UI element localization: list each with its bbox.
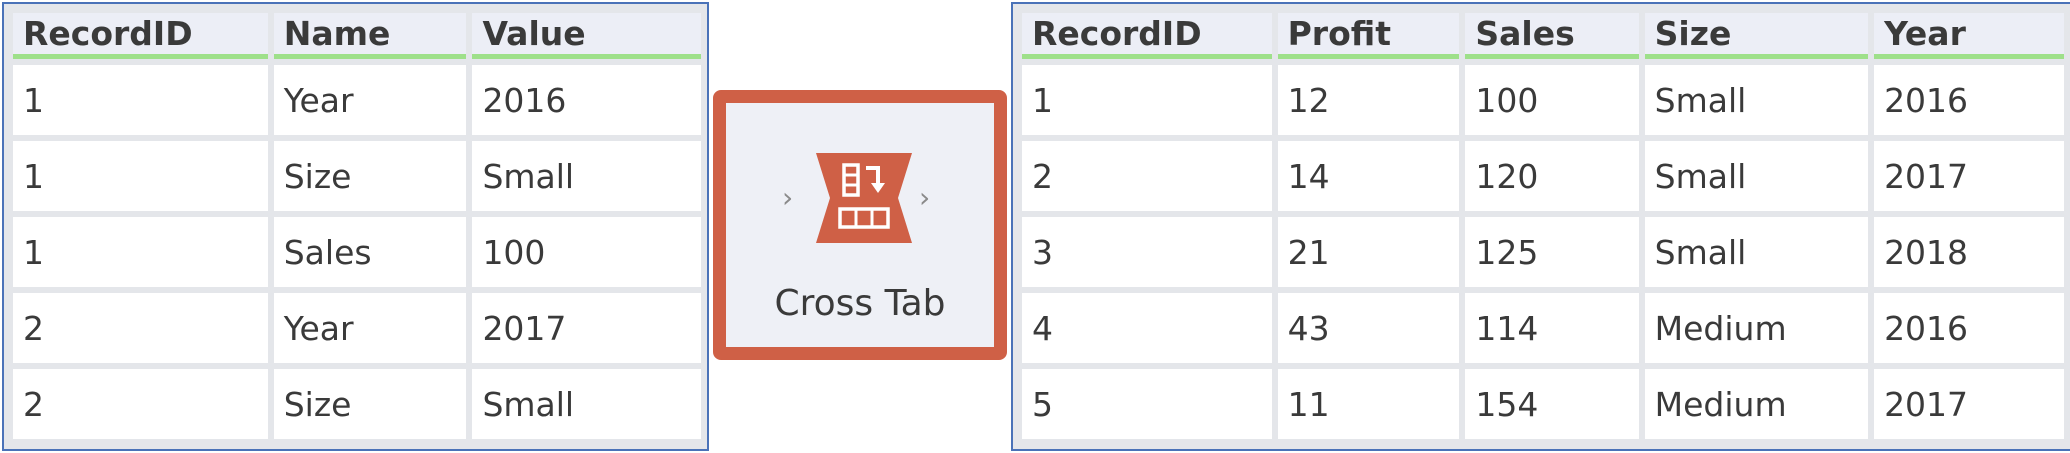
input-cell-recordid[interactable]: 1 — [13, 141, 268, 211]
table-row[interactable]: 1 Sales 100 — [13, 217, 701, 287]
output-column-header-size[interactable]: Size — [1644, 13, 1869, 59]
output-cell-size[interactable]: Small — [1644, 141, 1869, 211]
output-header-row: RecordID Profit Sales Size Year — [1022, 13, 2064, 59]
output-cell-size[interactable]: Medium — [1644, 293, 1869, 363]
input-cell-name[interactable]: Size — [273, 369, 467, 439]
output-cell-year[interactable]: 2016 — [1874, 65, 2064, 135]
input-table: RecordID Name Value 1 Year 2016 1 Size S… — [7, 7, 707, 445]
input-cell-recordid[interactable]: 1 — [13, 65, 268, 135]
table-row[interactable]: 2 14 120 Small 2017 — [1022, 141, 2064, 211]
table-row[interactable]: 3 21 125 Small 2018 — [1022, 217, 2064, 287]
input-cell-value[interactable]: Small — [472, 141, 701, 211]
input-cell-value[interactable]: 100 — [472, 217, 701, 287]
output-cell-size[interactable]: Medium — [1644, 369, 1869, 439]
output-cell-size[interactable]: Small — [1644, 65, 1869, 135]
table-row[interactable]: 1 Year 2016 — [13, 65, 701, 135]
output-cell-profit[interactable]: 14 — [1277, 141, 1460, 211]
input-cell-name[interactable]: Year — [273, 65, 467, 135]
output-anchor-chevron-icon[interactable]: › — [919, 181, 930, 214]
input-cell-value[interactable]: Small — [472, 369, 701, 439]
input-column-header-recordid[interactable]: RecordID — [13, 13, 268, 59]
output-column-header-recordid[interactable]: RecordID — [1022, 13, 1272, 59]
output-data-grid: RecordID Profit Sales Size Year 1 12 100… — [1011, 2, 2070, 451]
output-cell-sales[interactable]: 100 — [1465, 65, 1639, 135]
output-column-header-year[interactable]: Year — [1874, 13, 2064, 59]
input-cell-recordid[interactable]: 1 — [13, 217, 268, 287]
output-cell-year[interactable]: 2018 — [1874, 217, 2064, 287]
output-cell-profit[interactable]: 12 — [1277, 65, 1460, 135]
input-anchor-chevron-icon[interactable]: › — [782, 181, 793, 214]
output-cell-recordid[interactable]: 2 — [1022, 141, 1272, 211]
input-column-header-name[interactable]: Name — [273, 13, 467, 59]
output-cell-year[interactable]: 2016 — [1874, 293, 2064, 363]
table-row[interactable]: 2 Size Small — [13, 369, 701, 439]
table-row[interactable]: 2 Year 2017 — [13, 293, 701, 363]
table-row[interactable]: 1 Size Small — [13, 141, 701, 211]
output-cell-recordid[interactable]: 5 — [1022, 369, 1272, 439]
input-cell-name[interactable]: Sales — [273, 217, 467, 287]
output-cell-profit[interactable]: 43 — [1277, 293, 1460, 363]
output-cell-profit[interactable]: 11 — [1277, 369, 1460, 439]
output-cell-sales[interactable]: 125 — [1465, 217, 1639, 287]
input-column-header-value[interactable]: Value — [472, 13, 701, 59]
output-cell-recordid[interactable]: 4 — [1022, 293, 1272, 363]
input-data-grid: RecordID Name Value 1 Year 2016 1 Size S… — [2, 2, 709, 451]
input-cell-value[interactable]: 2016 — [472, 65, 701, 135]
input-cell-name[interactable]: Year — [273, 293, 467, 363]
table-row[interactable]: 5 11 154 Medium 2017 — [1022, 369, 2064, 439]
output-column-header-profit[interactable]: Profit — [1277, 13, 1460, 59]
input-cell-recordid[interactable]: 2 — [13, 369, 268, 439]
output-cell-recordid[interactable]: 3 — [1022, 217, 1272, 287]
cross-tab-icon — [816, 153, 912, 243]
output-cell-recordid[interactable]: 1 — [1022, 65, 1272, 135]
output-table: RecordID Profit Sales Size Year 1 12 100… — [1016, 7, 2070, 445]
input-header-row: RecordID Name Value — [13, 13, 701, 59]
tool-label: Cross Tab — [774, 283, 946, 324]
output-column-header-sales[interactable]: Sales — [1465, 13, 1639, 59]
input-cell-name[interactable]: Size — [273, 141, 467, 211]
cross-tab-tool[interactable]: › › Cross Tab — [713, 90, 1007, 360]
output-cell-year[interactable]: 2017 — [1874, 369, 2064, 439]
input-cell-recordid[interactable]: 2 — [13, 293, 268, 363]
table-row[interactable]: 4 43 114 Medium 2016 — [1022, 293, 2064, 363]
output-cell-sales[interactable]: 120 — [1465, 141, 1639, 211]
output-cell-year[interactable]: 2017 — [1874, 141, 2064, 211]
output-cell-size[interactable]: Small — [1644, 217, 1869, 287]
input-cell-value[interactable]: 2017 — [472, 293, 701, 363]
table-row[interactable]: 1 12 100 Small 2016 — [1022, 65, 2064, 135]
output-cell-sales[interactable]: 114 — [1465, 293, 1639, 363]
output-cell-sales[interactable]: 154 — [1465, 369, 1639, 439]
output-cell-profit[interactable]: 21 — [1277, 217, 1460, 287]
